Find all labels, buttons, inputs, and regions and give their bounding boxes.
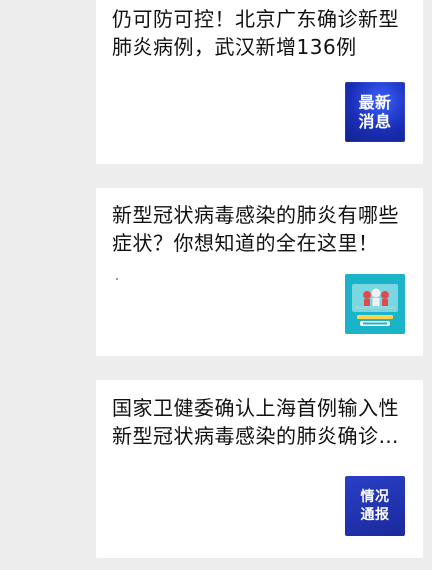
- loading-dot: [116, 278, 118, 280]
- article-thumbnail[interactable]: 情况 通报: [345, 476, 405, 536]
- article-title[interactable]: 新型冠状病毒感染的肺炎有哪些症状？你想知道的全在这里！: [112, 201, 405, 257]
- infographic-icon: [345, 274, 405, 334]
- article-title[interactable]: 国家卫健委确认上海首例输入性新型冠状病毒感染的肺炎确诊病例: [112, 394, 405, 450]
- article-title[interactable]: 仍可防可控！北京广东确诊新型肺炎病例，武汉新增136例: [112, 5, 405, 61]
- thumbnail-label: 情况 通报: [360, 489, 390, 523]
- article-card[interactable]: 国家卫健委确认上海首例输入性新型冠状病毒感染的肺炎确诊病例 情况 通报: [96, 380, 423, 558]
- article-card[interactable]: 仍可防可控！北京广东确诊新型肺炎病例，武汉新增136例 最新 消息: [96, 0, 423, 164]
- thumbnail-label: 最新 消息: [358, 93, 392, 131]
- article-feed: 仍可防可控！北京广东确诊新型肺炎病例，武汉新增136例 最新 消息 新型冠状病毒…: [0, 0, 432, 570]
- article-thumbnail[interactable]: [345, 274, 405, 334]
- article-card[interactable]: 新型冠状病毒感染的肺炎有哪些症状？你想知道的全在这里！: [96, 188, 423, 356]
- article-thumbnail[interactable]: 最新 消息: [345, 82, 405, 142]
